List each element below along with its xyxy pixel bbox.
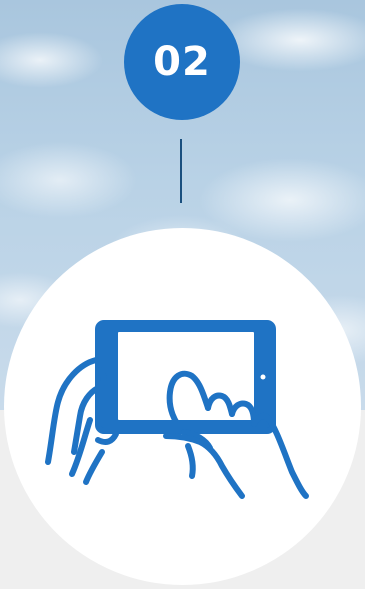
- step-card: 02: [0, 0, 365, 589]
- tablet-touch-icon: [45, 320, 309, 499]
- step-number: 02: [153, 39, 211, 85]
- tablet-home-button: [260, 374, 266, 380]
- connector-line: [180, 139, 182, 203]
- step-number-badge: 02: [124, 4, 240, 120]
